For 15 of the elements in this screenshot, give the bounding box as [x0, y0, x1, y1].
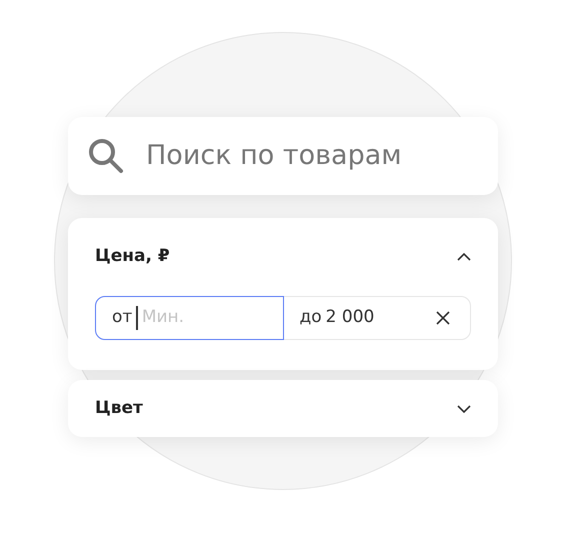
close-icon	[436, 311, 450, 325]
range-field[interactable]: до 2 000	[282, 296, 471, 340]
filter-header[interactable]: Цена, ₽	[95, 218, 471, 296]
field-placeholder: Мин.	[142, 306, 184, 330]
search-field[interactable]: Поиск по товарам	[68, 117, 498, 195]
filter-header[interactable]: Цвет	[95, 380, 471, 437]
chevron-down-icon	[457, 404, 471, 412]
field-prefix: от	[112, 306, 132, 330]
chevron-up-icon	[457, 253, 471, 261]
range-field[interactable]: от Мин.	[95, 296, 284, 340]
text-caret	[136, 306, 138, 330]
field-value: 2 000	[326, 306, 374, 330]
search-icon	[88, 138, 124, 174]
field-prefix: до	[300, 306, 322, 330]
search-placeholder: Поиск по товарам	[146, 138, 402, 173]
